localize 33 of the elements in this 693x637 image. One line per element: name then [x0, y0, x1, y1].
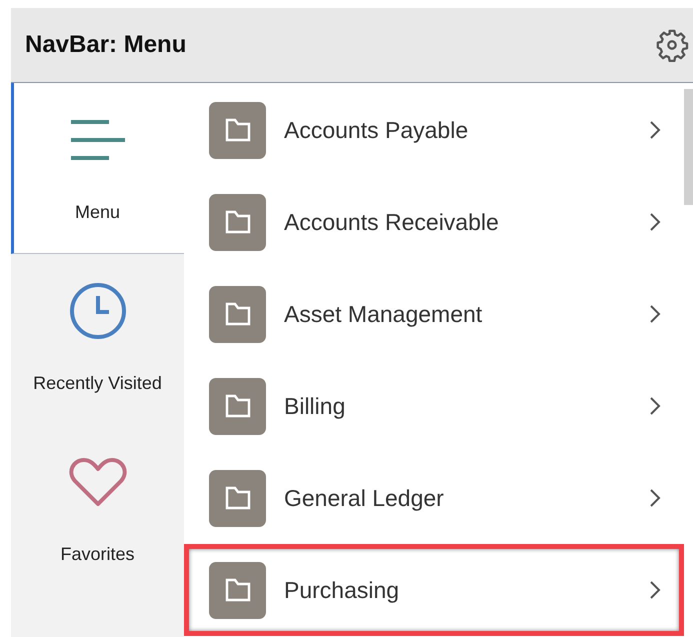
- menu-lines-icon: [68, 120, 126, 160]
- scrollbar[interactable]: [684, 89, 693, 205]
- chevron-right-icon: [649, 396, 661, 416]
- menu-item-label: General Ledger: [284, 484, 445, 513]
- settings-icon[interactable]: [655, 28, 689, 62]
- folder-tile-icon: [209, 102, 266, 158]
- sidebar-tab[interactable]: Recently Visited: [11, 254, 184, 425]
- folder-tile-icon: [209, 194, 266, 250]
- menu-item-label: Accounts Payable: [284, 116, 470, 145]
- sidebar-tab[interactable]: Menu: [11, 83, 184, 254]
- chevron-right-icon: [649, 488, 661, 508]
- menu-item[interactable]: Accounts Receivable: [184, 176, 684, 268]
- sidebar-tab[interactable]: Favorites: [11, 425, 184, 596]
- folder-tile-icon: [209, 378, 266, 434]
- menu-item[interactable]: General Ledger: [184, 452, 684, 544]
- menu-item[interactable]: Accounts Payable: [184, 84, 684, 176]
- menu-item-label: Billing: [284, 392, 346, 421]
- menu-item[interactable]: Purchasing: [184, 544, 684, 636]
- folder-tile-icon: [209, 562, 266, 618]
- menu-item-label: Asset Management: [284, 300, 484, 329]
- chevron-right-icon: [649, 212, 661, 232]
- heart-icon: [68, 457, 126, 507]
- menu-item[interactable]: Asset Management: [184, 268, 684, 360]
- folder-tile-icon: [209, 470, 266, 526]
- chevron-right-icon: [649, 120, 661, 140]
- chevron-right-icon: [649, 580, 661, 600]
- menu-item-label: Purchasing: [284, 576, 400, 605]
- header-title: NavBar: Menu: [25, 30, 186, 60]
- clock-icon: [68, 282, 126, 340]
- menu-item-label: Accounts Receivable: [284, 208, 500, 237]
- menu-item[interactable]: Billing: [184, 360, 684, 452]
- folder-tile-icon: [209, 286, 266, 342]
- chevron-right-icon: [649, 304, 661, 324]
